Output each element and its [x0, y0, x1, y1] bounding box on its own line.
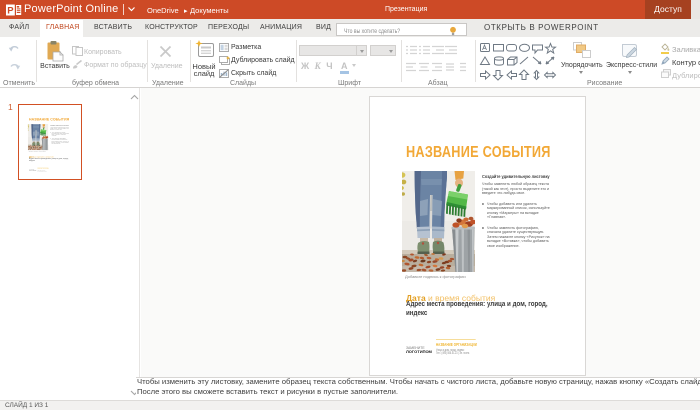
svg-text:P: P [7, 5, 14, 16]
